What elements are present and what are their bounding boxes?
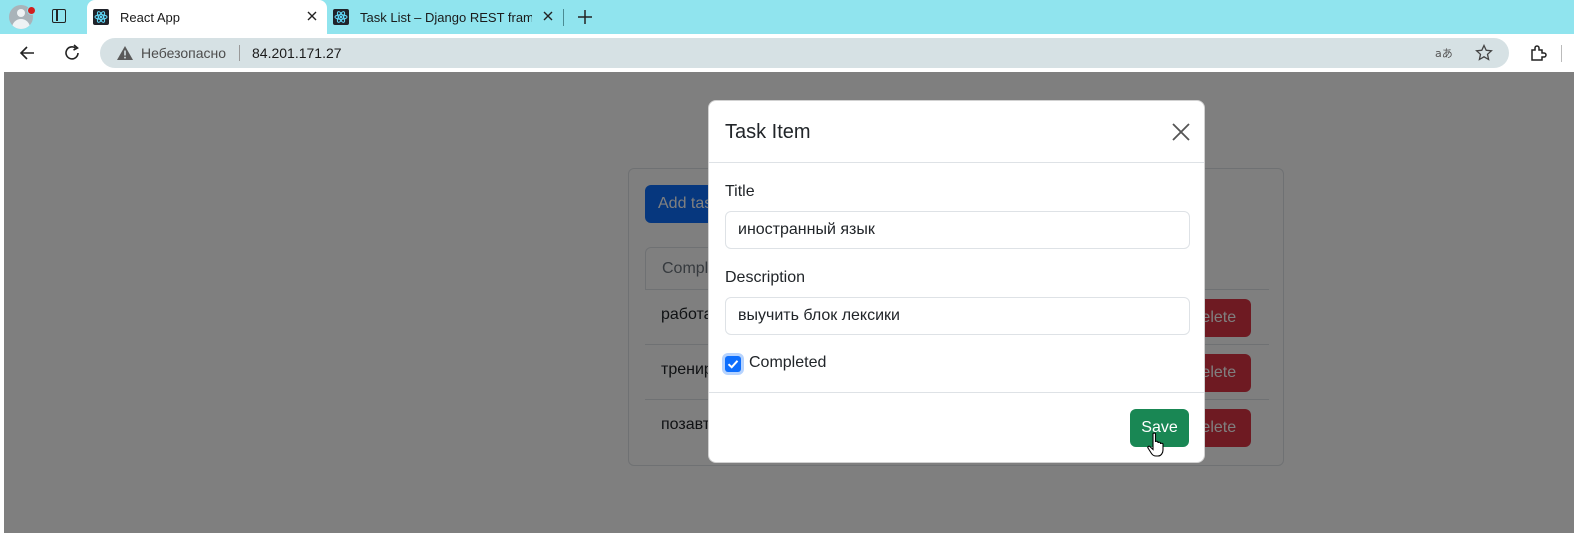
tab-actions-icon[interactable] [52, 9, 66, 23]
description-input[interactable] [725, 297, 1190, 335]
checkmark-icon [727, 360, 739, 369]
react-favicon-icon [333, 9, 349, 25]
tab-strip: React App Task List – Django REST framew… [0, 0, 1574, 34]
tab-django-task-list[interactable]: Task List – Django REST framework [327, 0, 563, 34]
warning-icon[interactable] [116, 45, 134, 61]
modal-header: Task Item [709, 101, 1204, 163]
completed-checkbox[interactable] [725, 356, 741, 372]
browser-toolbar: Небезопасно 84.201.171.27 aあ [0, 34, 1574, 72]
modal-footer: Save [709, 392, 1204, 462]
url-separator [239, 45, 240, 61]
react-favicon-icon [93, 9, 109, 25]
title-input[interactable] [725, 211, 1190, 249]
completed-label[interactable]: Completed [749, 354, 826, 372]
url-text[interactable]: 84.201.171.27 [252, 45, 342, 61]
title-label: Title [725, 183, 755, 200]
hand-cursor-icon [1147, 432, 1164, 457]
security-label[interactable]: Небезопасно [141, 45, 226, 61]
close-icon[interactable] [1171, 122, 1191, 142]
refresh-icon[interactable] [62, 43, 82, 63]
tab-separator [563, 9, 564, 26]
modal-title: Task Item [725, 121, 811, 143]
notification-dot [27, 6, 36, 15]
close-icon[interactable] [541, 9, 555, 23]
translate-icon[interactable]: aあ [1434, 44, 1452, 62]
address-bar[interactable]: Небезопасно 84.201.171.27 aあ [100, 38, 1509, 68]
close-icon[interactable] [305, 9, 319, 23]
star-icon[interactable] [1475, 44, 1493, 62]
back-arrow-icon[interactable] [18, 43, 38, 63]
extensions-icon[interactable] [1528, 43, 1548, 63]
tab-title: React App [120, 9, 180, 25]
page-viewport: Add task Complete работа Delete трениров… [4, 72, 1574, 533]
task-item-modal: Task Item Title Description Completed Sa… [708, 100, 1205, 463]
toolbar-separator [1561, 45, 1562, 62]
tab-title: Task List – Django REST framework [360, 9, 532, 25]
description-label: Description [725, 269, 806, 286]
plus-icon[interactable] [576, 8, 594, 26]
svg-text:aあ: aあ [1435, 47, 1452, 60]
tab-react-app[interactable]: React App [87, 0, 327, 34]
